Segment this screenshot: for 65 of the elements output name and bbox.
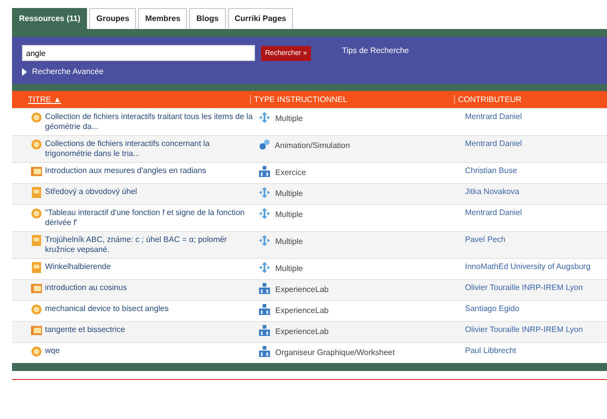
column-header: TYPE INSTRUCTIONNEL bbox=[250, 94, 454, 104]
arrows-icon bbox=[259, 208, 270, 218]
resource-link[interactable]: introduction au cosinus bbox=[45, 282, 127, 292]
disc-icon bbox=[31, 208, 42, 218]
type-text: Exercice bbox=[275, 168, 306, 176]
contributor-link[interactable]: Paul Libbrecht bbox=[465, 346, 516, 354]
tab[interactable]: Blogs bbox=[189, 8, 226, 29]
disc-icon bbox=[31, 112, 42, 122]
resource-link[interactable]: mechanical device to bisect angles bbox=[45, 304, 169, 314]
contributor-link[interactable]: Pavel Pech bbox=[465, 234, 506, 244]
disc-icon bbox=[31, 346, 42, 356]
resource-link[interactable]: Trojúhelník ABC, známe: c ; úhel BAC = α; poloměr kružnice vepsané. bbox=[45, 234, 253, 254]
type-text: Multiple bbox=[275, 264, 303, 272]
advanced-search-link[interactable]: Recherche Avancée bbox=[22, 67, 104, 76]
contributor-link[interactable]: Christian Buse bbox=[465, 166, 518, 174]
document-icon bbox=[31, 234, 42, 246]
blocks-icon bbox=[259, 166, 270, 176]
resource-link[interactable]: "Tableau interactif d'une fonction f et signe de la fonction dérivée f' bbox=[45, 208, 253, 228]
tab[interactable]: Membres bbox=[138, 8, 188, 29]
type-text: ExperienceLab bbox=[275, 306, 329, 314]
resource-link[interactable]: wqe bbox=[45, 346, 60, 356]
book-icon bbox=[31, 324, 42, 336]
resource-link[interactable]: tangente et bissectrice bbox=[45, 324, 126, 334]
arrows-icon bbox=[259, 234, 270, 246]
document-icon bbox=[31, 186, 42, 198]
blocks-icon bbox=[259, 282, 270, 294]
expand-icon bbox=[22, 68, 27, 76]
search-tips-link[interactable]: Tips de Recherche bbox=[342, 46, 409, 54]
contributor-link[interactable]: Olivier Touraille INRP-IREM Lyon bbox=[465, 282, 583, 292]
tab[interactable]: Curriki Pages bbox=[228, 8, 294, 29]
resource-link[interactable]: Středový a obvodový úhel bbox=[45, 186, 138, 196]
contributor-link[interactable]: Jitka Novakova bbox=[465, 186, 520, 196]
disc-icon bbox=[31, 304, 42, 314]
type-text: Animation/Simulation bbox=[274, 140, 350, 150]
type-text: Multiple bbox=[275, 114, 303, 122]
search-field[interactable]: angle bbox=[22, 45, 255, 61]
blocks-icon bbox=[259, 346, 270, 356]
contributor-link[interactable]: Mentrard Daniel bbox=[465, 208, 522, 216]
contributor-link[interactable]: Mentrard Daniel bbox=[465, 138, 522, 148]
resource-link[interactable]: Winkelhalbierende bbox=[45, 262, 111, 272]
document-icon bbox=[31, 262, 42, 272]
tab[interactable]: Ressources (11) bbox=[12, 8, 88, 29]
arrows-icon bbox=[259, 186, 270, 198]
type-text: Multiple bbox=[275, 188, 303, 198]
contributor-link[interactable]: Mentrard Daniel bbox=[465, 112, 522, 120]
resource-link[interactable]: Introduction aux mesures d'angles en radians bbox=[45, 166, 206, 176]
tab[interactable]: Groupes bbox=[89, 8, 136, 29]
arrows-icon bbox=[259, 262, 270, 272]
contributor-link[interactable]: Olivier Touraille INRP-IREM Lyon bbox=[465, 324, 583, 334]
type-text: Multiple bbox=[275, 210, 303, 218]
resource-link[interactable]: Collection de fichiers interactifs traitant tous les items de la géométrie da... bbox=[45, 112, 253, 132]
contributor-link[interactable]: Santiago Egido bbox=[465, 304, 520, 312]
book-icon bbox=[31, 166, 42, 176]
arrows-icon bbox=[259, 112, 270, 122]
blocks-icon bbox=[259, 304, 270, 314]
type-text: ExperienceLab bbox=[275, 284, 329, 294]
type-text: ExperienceLab bbox=[275, 326, 329, 336]
blocks-icon bbox=[259, 324, 270, 336]
contributor-link[interactable]: InnoMathEd University of Augsburg bbox=[465, 262, 590, 270]
type-text: Multiple bbox=[275, 236, 303, 246]
type-text: Organiseur Graphique/Worksheet bbox=[275, 348, 395, 356]
book-icon bbox=[31, 282, 42, 294]
resource-link[interactable]: Collections de fichiers interactifs concernant la trigonométrie dans le tria... bbox=[45, 138, 253, 158]
disc-icon bbox=[31, 138, 42, 150]
column-header: CONTRIBUTEUR bbox=[454, 94, 607, 104]
